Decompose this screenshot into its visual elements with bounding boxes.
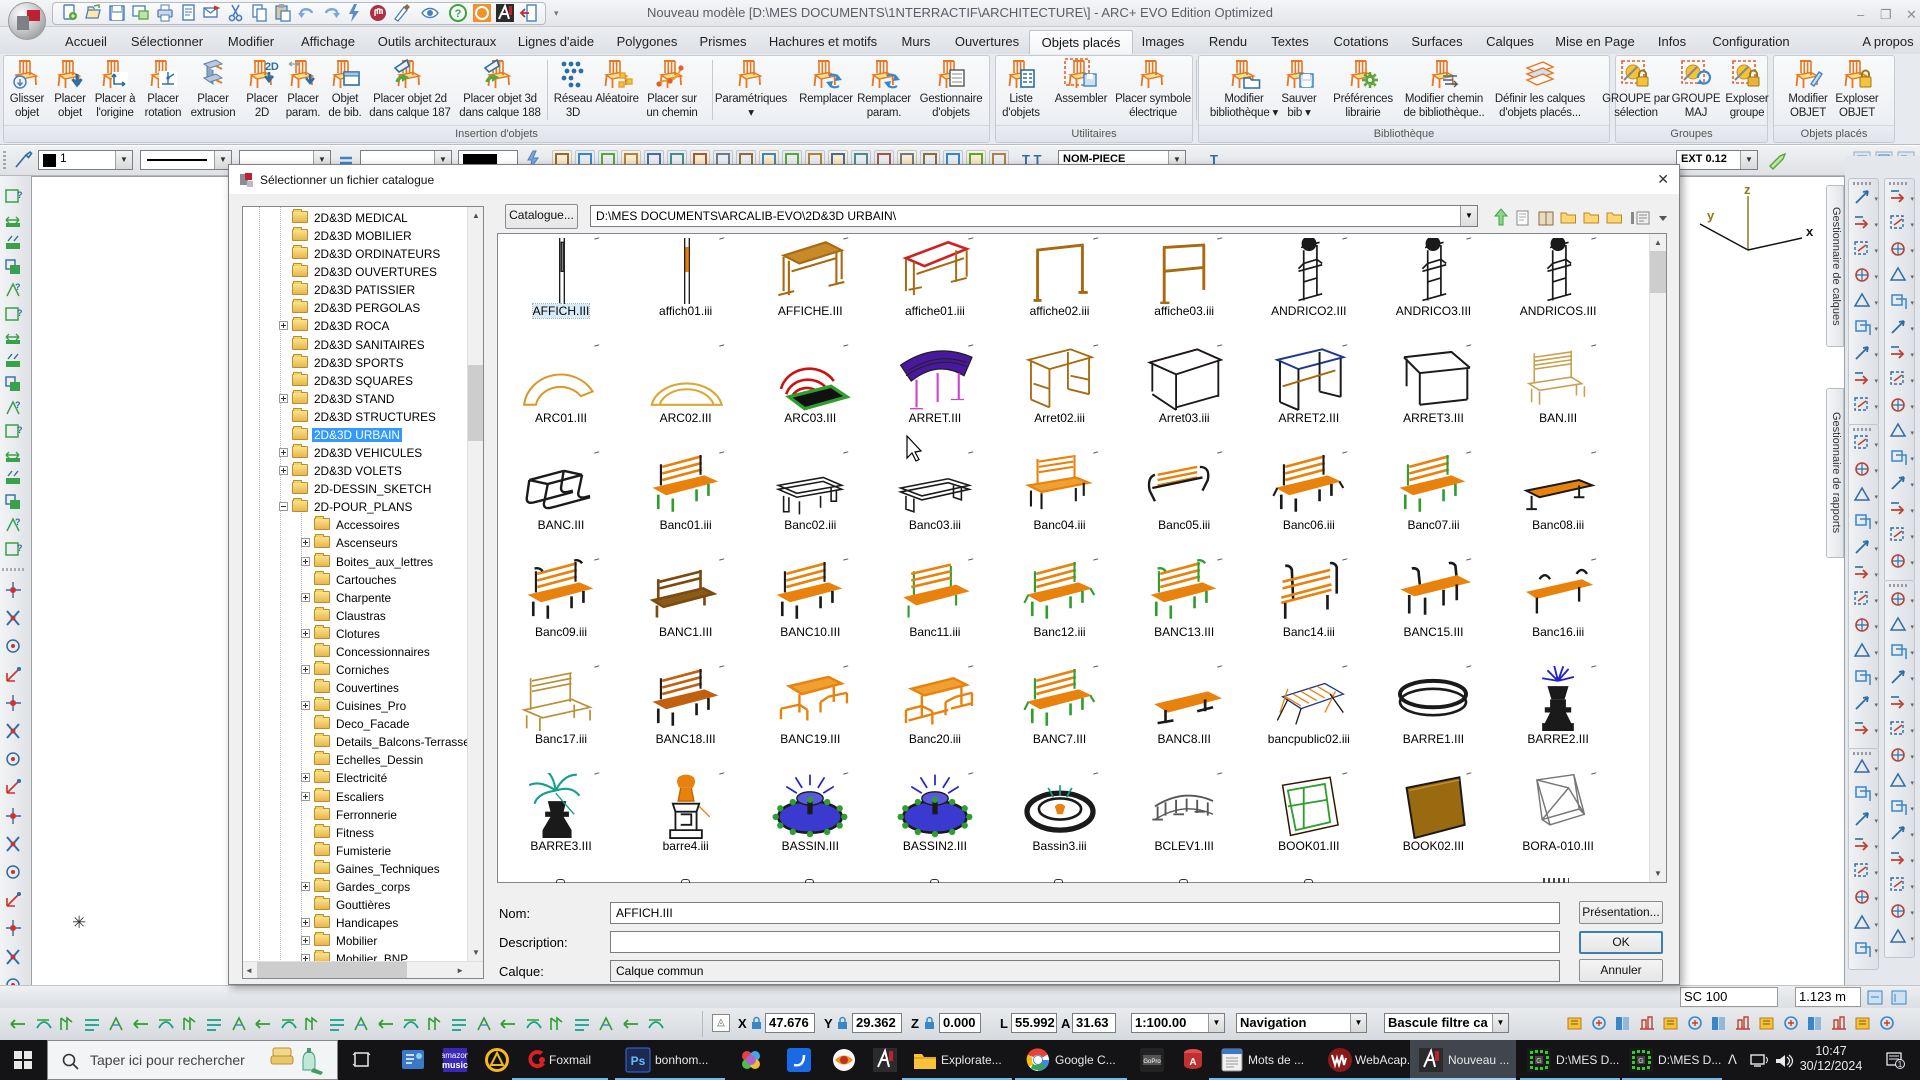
svg-text:x: x bbox=[1806, 224, 1814, 239]
svg-text:?: ? bbox=[17, 543, 23, 553]
svg-text:GoPro: GoPro bbox=[1143, 1059, 1161, 1065]
svg-text:A: A bbox=[1189, 1057, 1196, 1068]
svg-text:1: 1 bbox=[1898, 1060, 1903, 1069]
svg-text:?: ? bbox=[454, 8, 461, 20]
svg-text:Ps: Ps bbox=[631, 1054, 646, 1068]
svg-text:amazon: amazon bbox=[442, 1051, 468, 1060]
svg-text:z: z bbox=[1744, 184, 1751, 197]
svg-text:?: ? bbox=[15, 517, 21, 527]
svg-text:G: G bbox=[1638, 1058, 1643, 1065]
svg-text:?: ? bbox=[17, 190, 23, 200]
svg-text:G: G bbox=[1536, 1058, 1541, 1065]
svg-text:y: y bbox=[1707, 208, 1715, 223]
svg-text:?: ? bbox=[17, 308, 23, 318]
svg-text:?: ? bbox=[17, 425, 23, 435]
svg-text:?: ? bbox=[15, 282, 21, 292]
svg-text:?: ? bbox=[15, 400, 21, 410]
svg-text:music: music bbox=[442, 1060, 468, 1070]
